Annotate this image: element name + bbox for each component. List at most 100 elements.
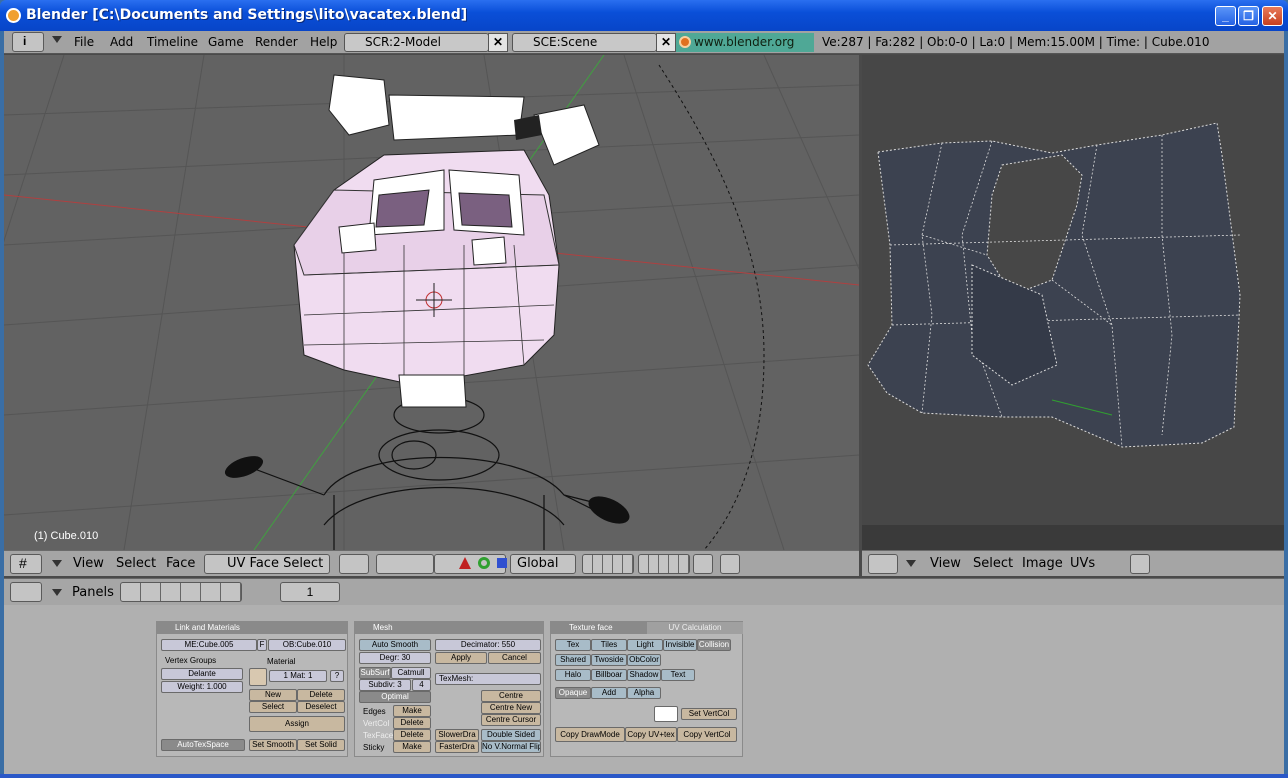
decimator-field[interactable]: Decimator: 550 bbox=[435, 639, 541, 651]
decimator-apply-button[interactable]: Apply bbox=[435, 652, 487, 664]
make-edges-button[interactable]: Make bbox=[393, 705, 431, 717]
mode-selector[interactable]: UV Face Select bbox=[204, 554, 330, 574]
set-solid-button[interactable]: Set Solid bbox=[297, 739, 345, 751]
autotexspace-toggle[interactable]: AutoTexSpace bbox=[161, 739, 245, 751]
view-menu[interactable]: View bbox=[73, 556, 104, 571]
delete-texface-button[interactable]: Delete bbox=[393, 729, 431, 741]
vertex-color-swatch[interactable] bbox=[654, 706, 678, 722]
blender-website-link[interactable]: www.blender.org 237 bbox=[676, 33, 814, 68]
text-toggle[interactable]: Text bbox=[661, 669, 695, 681]
copy-uv-tex-button[interactable]: Copy UV+tex bbox=[625, 727, 677, 742]
no-vnormal-flip-toggle[interactable]: No V.Normal Flip bbox=[481, 741, 541, 753]
material-query-button[interactable]: ? bbox=[330, 670, 344, 682]
material-index-field[interactable]: 1 Mat: 1 bbox=[269, 670, 327, 682]
new-material-button[interactable]: New bbox=[249, 689, 297, 701]
billboard-toggle[interactable]: Billboar bbox=[591, 669, 627, 681]
obcolor-toggle[interactable]: ObColor bbox=[627, 654, 661, 666]
subsurf-type-selector[interactable]: Catmull bbox=[391, 667, 431, 679]
info-window-type-icon[interactable]: i bbox=[12, 32, 44, 52]
collision-toggle[interactable]: Collision bbox=[697, 639, 731, 651]
menu-help[interactable]: Help bbox=[310, 35, 337, 49]
opaque-toggle[interactable]: Opaque bbox=[555, 687, 591, 699]
object-name-field[interactable]: OB:Cube.010 bbox=[268, 639, 346, 651]
select-material-button[interactable]: Select bbox=[249, 701, 297, 713]
maximize-button[interactable]: ❐ bbox=[1238, 6, 1259, 26]
face-menu[interactable]: Face bbox=[166, 556, 195, 571]
set-smooth-button[interactable]: Set Smooth bbox=[249, 739, 297, 751]
optimal-toggle[interactable]: Optimal bbox=[359, 691, 431, 703]
collapse-uv-header-icon[interactable] bbox=[906, 560, 916, 567]
menu-timeline[interactable]: Timeline bbox=[147, 35, 198, 49]
uv-calculation-tab[interactable]: UV Calculation bbox=[647, 622, 743, 634]
subsurf-toggle[interactable]: SubSurf bbox=[359, 667, 391, 679]
mesh-name-field[interactable]: ME:Cube.005 bbox=[161, 639, 257, 651]
weight-field[interactable]: Weight: 1.000 bbox=[161, 681, 243, 693]
vertex-group-selector[interactable]: Delante bbox=[161, 668, 243, 680]
scale-manipulator-icon[interactable] bbox=[478, 557, 490, 569]
auto-smooth-toggle[interactable]: Auto Smooth bbox=[359, 639, 431, 651]
twoside-toggle[interactable]: Twoside bbox=[591, 654, 627, 666]
uv-image-menu[interactable]: Image bbox=[1022, 556, 1063, 571]
render-preview-icon[interactable] bbox=[720, 554, 740, 574]
centre-new-button[interactable]: Centre New bbox=[481, 702, 541, 714]
centre-button[interactable]: Centre bbox=[481, 690, 541, 702]
deselect-material-button[interactable]: Deselect bbox=[297, 701, 345, 713]
delete-material-button[interactable]: Delete bbox=[297, 689, 345, 701]
collapse-menu-icon[interactable] bbox=[52, 36, 62, 43]
texmesh-field[interactable]: TexMesh: bbox=[435, 673, 541, 685]
layer-buttons-1[interactable] bbox=[582, 554, 634, 574]
tiles-toggle[interactable]: Tiles bbox=[591, 639, 627, 651]
uvs-menu[interactable]: UVs bbox=[1070, 556, 1095, 571]
slower-draw-button[interactable]: SlowerDra bbox=[435, 729, 479, 741]
uv-select-menu[interactable]: Select bbox=[973, 556, 1013, 571]
screen-delete-button[interactable]: ✕ bbox=[488, 33, 508, 52]
material-color-swatch[interactable] bbox=[249, 668, 267, 686]
page-number-field[interactable]: 1 bbox=[280, 582, 340, 602]
menu-game[interactable]: Game bbox=[208, 35, 244, 49]
context-buttons[interactable] bbox=[120, 582, 242, 602]
add-blend-toggle[interactable]: Add bbox=[591, 687, 627, 699]
menu-file[interactable]: File bbox=[74, 35, 94, 49]
uv-lock-icon[interactable] bbox=[1130, 554, 1150, 574]
3d-viewport[interactable] bbox=[4, 55, 859, 550]
select-menu[interactable]: Select bbox=[116, 556, 156, 571]
smooth-degree-field[interactable]: Degr: 30 bbox=[359, 652, 431, 664]
layer-buttons-2[interactable] bbox=[638, 554, 690, 574]
close-button[interactable]: ✕ bbox=[1262, 6, 1283, 26]
halo-toggle[interactable]: Halo bbox=[555, 669, 591, 681]
fake-user-button[interactable]: F bbox=[257, 639, 267, 651]
copy-drawmode-button[interactable]: Copy DrawMode bbox=[555, 727, 625, 742]
invisible-toggle[interactable]: Invisible bbox=[663, 639, 697, 651]
shadow-toggle[interactable]: Shadow bbox=[627, 669, 661, 681]
panels-menu[interactable]: Panels bbox=[72, 585, 114, 600]
translate-manipulator-icon[interactable] bbox=[497, 558, 507, 568]
make-sticky-button[interactable]: Make bbox=[393, 741, 431, 753]
delete-vertcol-button[interactable]: Delete bbox=[393, 717, 431, 729]
collapse-header-icon[interactable] bbox=[52, 560, 62, 567]
collapse-buttons-header-icon[interactable] bbox=[52, 589, 62, 596]
view3d-window-type-icon[interactable]: # bbox=[10, 554, 42, 574]
uv-image-editor[interactable] bbox=[862, 55, 1284, 550]
rotate-manipulator-icon[interactable] bbox=[459, 557, 471, 569]
screen-selector[interactable]: SCR:2-Model bbox=[344, 33, 489, 52]
texture-face-tab[interactable]: Texture face bbox=[551, 622, 647, 634]
decimator-cancel-button[interactable]: Cancel bbox=[488, 652, 541, 664]
uv-view-menu[interactable]: View bbox=[930, 556, 961, 571]
pivot-selector[interactable] bbox=[376, 554, 434, 574]
double-sided-toggle[interactable]: Double Sided bbox=[481, 729, 541, 741]
image-window-type-icon[interactable] bbox=[868, 554, 898, 574]
tex-toggle[interactable]: Tex bbox=[555, 639, 591, 651]
buttons-window-type-icon[interactable] bbox=[10, 582, 42, 602]
window-titlebar[interactable]: Blender [C:\Documents and Settings\lito\… bbox=[0, 0, 1288, 31]
orientation-selector[interactable]: Global bbox=[510, 554, 576, 574]
light-toggle[interactable]: Light bbox=[627, 639, 663, 651]
render-levels-field[interactable]: 4 bbox=[412, 679, 431, 691]
set-vertcol-button[interactable]: Set VertCol bbox=[681, 708, 737, 720]
alpha-toggle[interactable]: Alpha bbox=[627, 687, 661, 699]
faster-draw-button[interactable]: FasterDra bbox=[435, 741, 479, 753]
menu-render[interactable]: Render bbox=[255, 35, 298, 49]
minimize-button[interactable]: _ bbox=[1215, 6, 1236, 26]
subdiv-levels-field[interactable]: Subdiv: 3 bbox=[359, 679, 411, 691]
scene-delete-button[interactable]: ✕ bbox=[656, 33, 676, 52]
assign-material-button[interactable]: Assign bbox=[249, 716, 345, 732]
